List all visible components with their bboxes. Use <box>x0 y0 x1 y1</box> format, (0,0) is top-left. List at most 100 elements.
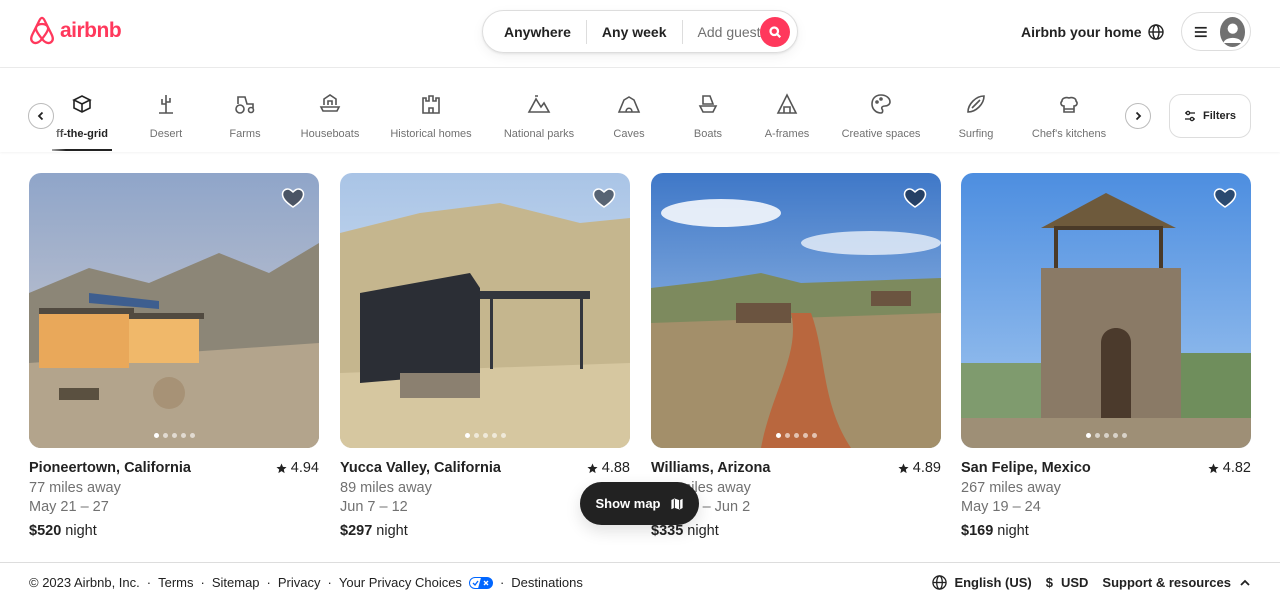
heart-icon[interactable] <box>1213 186 1237 210</box>
listing-price: $169 night <box>961 522 1251 542</box>
destinations-link[interactable]: Destinations <box>511 575 583 590</box>
castle-icon <box>422 95 440 114</box>
category-surfing[interactable]: Surfing <box>928 92 1024 140</box>
category-creative-spaces[interactable]: Creative spaces <box>833 92 929 140</box>
terms-link[interactable]: Terms <box>158 575 193 590</box>
search-submit-button[interactable] <box>760 17 790 47</box>
cave-icon <box>617 96 641 113</box>
star-icon <box>1208 463 1219 474</box>
rating-value: 4.94 <box>290 460 319 476</box>
globe-icon <box>932 575 948 590</box>
listing-card[interactable]: San Felipe, Mexico 4.82 267 miles away M… <box>961 173 1251 541</box>
listing-rating: 4.82 <box>1208 459 1251 479</box>
price-value: $520 <box>29 522 62 539</box>
star-icon <box>587 463 598 474</box>
privacy-choices-link[interactable]: Your Privacy Choices <box>339 575 462 590</box>
listing-photo[interactable] <box>340 173 630 448</box>
separator-dot: · <box>499 575 505 590</box>
category-chefs-kitchens[interactable]: Chef's kitchens <box>1021 92 1117 140</box>
listing-rating: 4.89 <box>898 459 941 479</box>
houseboat-icon <box>319 94 341 112</box>
category-bar: ff-the-grid Desert Farms Houseboats Hist… <box>0 68 1280 152</box>
user-icon <box>1222 23 1242 43</box>
listing-image-williams <box>651 173 941 448</box>
price-unit: night <box>687 522 719 539</box>
category-historical-homes[interactable]: Historical homes <box>383 92 479 140</box>
categories-scroll-left-button[interactable] <box>28 103 54 129</box>
category-label: National parks <box>503 128 575 140</box>
tractor-icon <box>235 96 255 114</box>
category-label: Boats <box>693 128 723 140</box>
filters-button[interactable]: Filters <box>1169 94 1251 138</box>
category-farms[interactable]: Farms <box>197 92 293 140</box>
star-icon <box>898 463 909 474</box>
support-resources-button[interactable]: Support & resources <box>1102 575 1251 590</box>
price-unit: night <box>65 522 97 539</box>
language-label: English (US) <box>954 575 1032 590</box>
heart-icon[interactable] <box>903 186 927 210</box>
show-map-label: Show map <box>595 496 661 511</box>
logo-text: airbnb <box>60 19 122 42</box>
category-label: Desert <box>149 128 183 140</box>
sitemap-link[interactable]: Sitemap <box>212 575 260 590</box>
star-icon <box>276 463 287 474</box>
photo-dots <box>651 433 941 438</box>
categories-scroll-right-button[interactable] <box>1125 103 1151 129</box>
airbnb-logo[interactable]: airbnb <box>28 16 122 46</box>
search-any-week-button[interactable]: Any week <box>587 20 682 44</box>
search-icon <box>769 26 781 38</box>
chef-hat-icon <box>1060 96 1078 113</box>
heart-icon[interactable] <box>592 186 616 210</box>
avatar <box>1219 16 1245 47</box>
category-label: Historical homes <box>390 128 472 140</box>
photo-dots <box>961 433 1251 438</box>
listing-price: $335 night <box>651 522 941 542</box>
currency-selector[interactable]: $ USD <box>1046 575 1089 590</box>
listing-price: $297 night <box>340 522 630 542</box>
category-houseboats[interactable]: Houseboats <box>282 92 378 140</box>
privacy-choices-icon <box>468 576 493 589</box>
chevron-left-icon <box>37 111 44 121</box>
airbnb-your-home-link[interactable]: Airbnb your home <box>1012 12 1151 52</box>
listing-card[interactable]: Pioneertown, California 4.94 77 miles aw… <box>29 173 319 541</box>
heart-icon[interactable] <box>281 186 305 210</box>
category-label: Creative spaces <box>841 128 921 140</box>
support-label: Support & resources <box>1102 575 1231 590</box>
separator-dot: · <box>327 575 332 590</box>
listing-dates: May 21 – 27 <box>29 499 109 515</box>
listing-card[interactable]: Yucca Valley, California 4.88 89 miles a… <box>340 173 630 541</box>
category-a-frames[interactable]: A-frames <box>739 92 835 140</box>
search-bar[interactable]: Anywhere Any week Add guests <box>482 10 798 53</box>
listing-photo[interactable] <box>651 173 941 448</box>
language-button[interactable] <box>1140 16 1172 48</box>
privacy-link[interactable]: Privacy <box>278 575 321 590</box>
chevron-right-icon <box>1135 111 1142 121</box>
filters-label: Filters <box>1202 110 1236 122</box>
map-icon <box>669 496 684 511</box>
globe-icon <box>1148 24 1164 40</box>
listing-photo[interactable] <box>29 173 319 448</box>
listing-image-yucca-valley <box>340 173 630 448</box>
rating-value: 4.89 <box>912 460 941 476</box>
listing-image-san-felipe <box>961 173 1251 448</box>
listing-distance: 77 miles away <box>29 479 121 496</box>
category-national-parks[interactable]: National parks <box>491 92 587 140</box>
footer: © 2023 Airbnb, Inc. · Terms · Sitemap · … <box>0 562 1280 597</box>
sliders-icon <box>1184 110 1195 122</box>
show-map-button[interactable]: Show map <box>580 482 699 525</box>
palette-icon <box>871 94 891 114</box>
user-menu-button[interactable] <box>1181 12 1251 51</box>
price-unit: night <box>997 522 1029 539</box>
language-selector[interactable]: English (US) <box>932 575 1032 590</box>
currency-symbol: $ <box>1045 575 1053 590</box>
listing-card[interactable]: Williams, Arizona 4.89 371 miles away Ma… <box>651 173 941 541</box>
search-anywhere-button[interactable]: Anywhere <box>483 20 586 44</box>
category-label: Chef's kitchens <box>1031 128 1107 140</box>
listing-photo[interactable] <box>961 173 1251 448</box>
mountains-icon <box>527 95 551 113</box>
airbnb-logo-icon <box>30 16 54 45</box>
price-value: $297 <box>340 522 373 539</box>
off-grid-icon <box>72 95 92 113</box>
copyright-text: © 2023 Airbnb, Inc. <box>29 575 140 590</box>
cactus-icon <box>159 95 173 114</box>
